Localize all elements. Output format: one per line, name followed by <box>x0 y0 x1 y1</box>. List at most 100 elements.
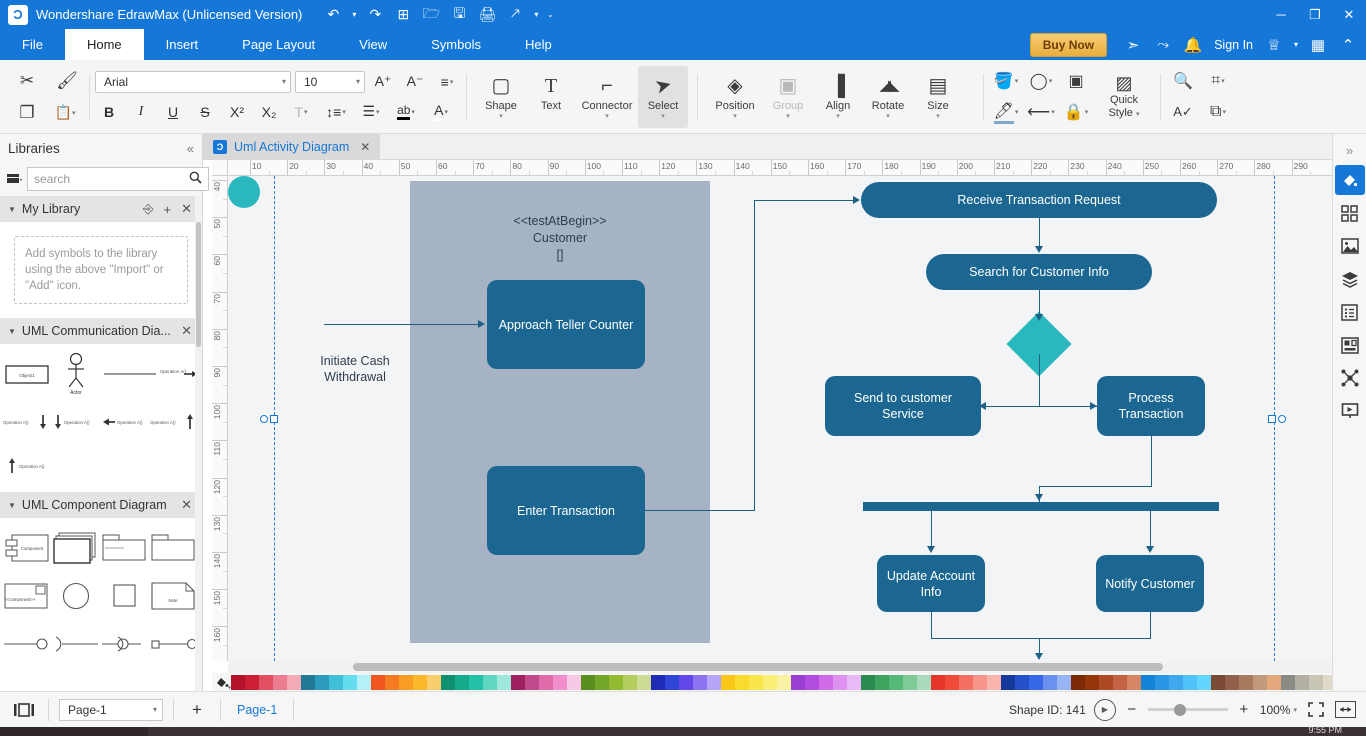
shape-operation-up-left[interactable]: Operation A() <box>2 446 100 486</box>
color-swatch[interactable] <box>1183 674 1197 690</box>
chevron-down-icon[interactable]: ▾ <box>499 113 503 120</box>
color-swatch[interactable] <box>945 674 959 690</box>
zoom-level-select[interactable]: 100% ▾ <box>1260 703 1297 717</box>
line-style-button[interactable]: ⟵ ▾ <box>1024 98 1058 126</box>
replace-shape-button[interactable]: ⧉ ▾ <box>1201 98 1235 126</box>
chevron-down-icon[interactable]: ▾ <box>350 77 360 86</box>
shape-provided-interface[interactable] <box>2 620 51 668</box>
color-swatch[interactable] <box>399 674 413 690</box>
shape-component-stereotype[interactable]: <<component>> <box>2 572 51 620</box>
menu-page-layout[interactable]: Page Layout <box>220 29 337 60</box>
color-swatch[interactable] <box>1001 674 1015 690</box>
color-swatch[interactable] <box>1127 674 1141 690</box>
color-swatch[interactable] <box>469 674 483 690</box>
connector-enter-to-receive-vert[interactable] <box>754 200 755 511</box>
start-node[interactable] <box>228 176 260 208</box>
italic-button[interactable]: I <box>127 99 155 125</box>
color-swatch[interactable] <box>483 674 497 690</box>
mindmap-panel-icon[interactable] <box>1335 363 1365 393</box>
shape-operation-down-right[interactable]: Operation A() <box>51 398 100 446</box>
color-swatch[interactable] <box>987 674 1001 690</box>
chevron-down-icon[interactable]: ▾ <box>836 113 840 120</box>
color-swatch[interactable] <box>1071 674 1085 690</box>
size-tool[interactable]: ▤ Size ▾ <box>913 66 963 128</box>
chevron-down-icon[interactable]: ▼ <box>8 327 16 336</box>
chevron-down-icon[interactable]: ▾ <box>661 113 665 120</box>
color-swatch[interactable] <box>1239 674 1253 690</box>
shape-component[interactable]: Component <box>2 524 51 572</box>
save-icon[interactable]: 🖫 <box>446 3 472 27</box>
close-icon[interactable]: ✕ <box>179 201 194 217</box>
search-input-wrapper[interactable] <box>27 167 209 191</box>
chevron-down-icon[interactable]: ▼ <box>8 501 16 510</box>
import-icon[interactable]: ⎆ <box>141 201 155 217</box>
bullet-list-button[interactable]: ☰ ▾ <box>357 99 385 125</box>
color-swatch[interactable] <box>231 674 245 690</box>
apps-grid-icon[interactable]: ▦ <box>1304 33 1332 57</box>
selection-handle-left[interactable] <box>270 415 278 423</box>
collapse-ribbon-icon[interactable]: ⌃ <box>1334 33 1362 57</box>
color-swatch[interactable] <box>931 674 945 690</box>
color-swatch[interactable] <box>385 674 399 690</box>
shape-interface-circle[interactable] <box>51 572 100 620</box>
color-swatch[interactable] <box>315 674 329 690</box>
color-swatch[interactable] <box>1197 674 1211 690</box>
color-swatch[interactable] <box>609 674 623 690</box>
color-swatch[interactable] <box>511 674 525 690</box>
text-highlight-button[interactable]: ab ▾ <box>389 99 423 125</box>
export-dropdown-icon[interactable]: ▾ <box>530 3 542 27</box>
color-swatch[interactable] <box>525 674 539 690</box>
shape-package-plain[interactable] <box>149 524 198 572</box>
notes-panel-icon[interactable] <box>1335 297 1365 327</box>
fork-bar[interactable] <box>863 502 1219 511</box>
color-swatch[interactable] <box>973 674 987 690</box>
page-tab-page-1[interactable]: Page-1 <box>231 703 283 717</box>
chevron-down-icon[interactable]: ▼ <box>8 205 16 214</box>
cut-icon[interactable]: ✂ <box>10 66 44 96</box>
color-swatch[interactable] <box>749 674 763 690</box>
undo-icon[interactable]: ↶ <box>320 3 346 27</box>
menu-symbols[interactable]: Symbols <box>409 29 503 60</box>
zoom-out-button[interactable]: − <box>1124 701 1140 718</box>
color-swatch[interactable] <box>805 674 819 690</box>
select-tool[interactable]: ➤ Select ▾ <box>638 65 688 128</box>
search-input[interactable] <box>34 172 189 186</box>
theme-dropdown-icon[interactable]: ▾ <box>1290 33 1302 57</box>
menu-view[interactable]: View <box>337 29 409 60</box>
export-icon[interactable]: 🡕 <box>502 3 528 27</box>
color-swatch[interactable] <box>497 674 511 690</box>
color-swatch[interactable] <box>455 674 469 690</box>
close-icon[interactable]: ✕ <box>360 140 370 154</box>
connector-update-down[interactable] <box>931 612 932 638</box>
color-swatch[interactable] <box>665 674 679 690</box>
crop-button[interactable]: ⌗ ▾ <box>1201 67 1235 95</box>
image-panel-icon[interactable] <box>1335 231 1365 261</box>
color-swatch[interactable] <box>357 674 371 690</box>
menu-insert[interactable]: Insert <box>144 29 221 60</box>
text-tool[interactable]: T Text <box>526 66 576 128</box>
color-swatch[interactable] <box>1295 674 1309 690</box>
fit-width-button[interactable] <box>1335 701 1356 718</box>
spell-check-button[interactable]: A✓ <box>1166 98 1200 126</box>
color-swatch[interactable] <box>553 674 567 690</box>
share-icon[interactable]: ⤳ <box>1149 33 1177 57</box>
section-uml-component-diagram[interactable]: ▼ UML Component Diagram ✕ <box>0 492 202 518</box>
find-replace-button[interactable]: 🔍 <box>1166 67 1200 95</box>
node-send-to-customer-service[interactable]: Send to customer Service <box>825 376 981 436</box>
section-my-library[interactable]: ▼ My Library ⎆ + ✕ <box>0 196 202 222</box>
customize-qat-icon[interactable]: ⌄ <box>544 3 556 27</box>
close-icon[interactable]: ✕ <box>179 323 194 339</box>
color-swatch[interactable] <box>847 674 861 690</box>
color-swatch[interactable] <box>819 674 833 690</box>
fullscreen-button[interactable] <box>1305 700 1327 720</box>
zoom-slider-knob[interactable] <box>1173 703 1186 716</box>
node-update-account-info[interactable]: Update Account Info <box>877 555 985 612</box>
color-swatch[interactable] <box>1309 674 1323 690</box>
node-receive-transaction-request[interactable]: Receive Transaction Request <box>861 182 1217 218</box>
view-mode-icon[interactable] <box>10 698 38 722</box>
libraries-scroll-thumb[interactable] <box>196 222 201 347</box>
node-notify-customer[interactable]: Notify Customer <box>1096 555 1204 612</box>
rotate-tool[interactable]: ◢◣ Rotate ▾ <box>863 66 913 128</box>
color-swatch[interactable] <box>1043 674 1057 690</box>
collapse-right-panel-icon[interactable]: » <box>1335 138 1365 162</box>
